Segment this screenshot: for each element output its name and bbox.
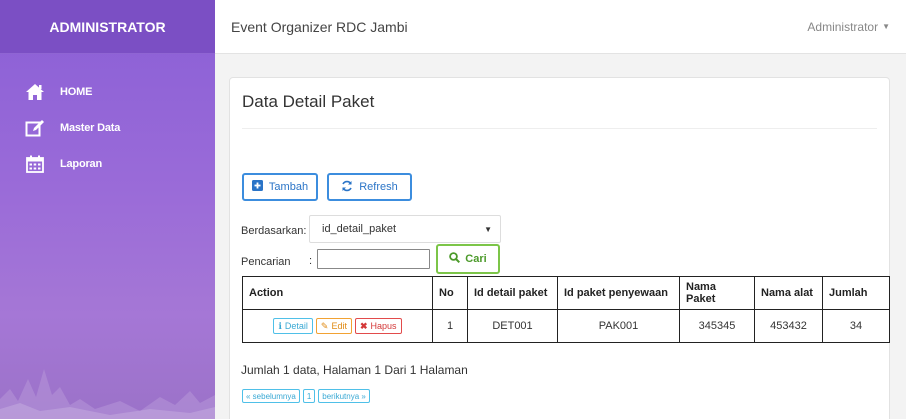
filter-label: Berdasarkan: xyxy=(241,225,307,237)
col-header-id-paket-penyewaan: Id paket penyewaan xyxy=(557,276,680,310)
edit-label: Edit xyxy=(331,321,347,331)
topbar: Event Organizer RDC Jambi Administrator … xyxy=(215,0,906,54)
sidebar: ADMINISTRATOR HOME Master Data Laporan xyxy=(0,0,215,419)
sidebar-item-label: HOME xyxy=(60,86,93,98)
cari-button[interactable]: Cari xyxy=(436,244,500,274)
data-table: Action No Id detail paket Id paket penye… xyxy=(242,276,890,343)
detail-button[interactable]: ℹ Detail xyxy=(273,318,313,334)
home-icon xyxy=(24,82,46,102)
sidebar-item-laporan[interactable]: Laporan xyxy=(0,146,215,182)
cari-label: Cari xyxy=(465,253,487,265)
col-header-jumlah: Jumlah xyxy=(822,276,890,310)
col-header-nama-paket: Nama Paket xyxy=(679,276,755,310)
sidebar-item-label: Master Data xyxy=(60,122,121,134)
action-cell: ℹ Detail ✎ Edit ✖ Hapus xyxy=(242,309,433,343)
brand-title: ADMINISTRATOR xyxy=(0,0,215,54)
plus-square-icon xyxy=(251,180,263,194)
tambah-button[interactable]: Tambah xyxy=(242,173,318,201)
cell-nama-paket: 345345 xyxy=(679,309,755,343)
content-panel: Data Detail Paket Tambah Refresh Berdasa… xyxy=(229,77,890,419)
pagination: « sebelumnya 1 berikutnya » xyxy=(242,389,370,403)
data-summary: Jumlah 1 data, Halaman 1 Dari 1 Halaman xyxy=(241,363,468,377)
trees-decoration xyxy=(0,369,215,419)
edit-button[interactable]: ✎ Edit xyxy=(315,318,352,334)
col-header-nama-alat: Nama alat xyxy=(754,276,823,310)
divider xyxy=(242,128,877,129)
user-menu[interactable]: Administrator ▼ xyxy=(807,20,890,34)
search-input[interactable] xyxy=(317,249,430,269)
pager-page-1[interactable]: 1 xyxy=(302,389,316,403)
filter-select[interactable]: id_detail_paket ▼ xyxy=(309,215,501,243)
sidebar-item-master-data[interactable]: Master Data xyxy=(0,110,215,146)
sidebar-nav: HOME Master Data Laporan xyxy=(0,74,215,182)
close-icon: ✖ xyxy=(359,320,368,331)
edit-icon xyxy=(24,118,46,138)
edit-icon: ✎ xyxy=(320,320,329,331)
pager-next[interactable]: berikutnya » xyxy=(318,389,370,403)
search-colon: : xyxy=(309,255,313,267)
cell-jumlah: 34 xyxy=(822,309,890,343)
refresh-icon xyxy=(341,180,353,195)
refresh-label: Refresh xyxy=(359,181,398,193)
app-title: Event Organizer RDC Jambi xyxy=(231,18,408,35)
cell-id-detail-paket: DET001 xyxy=(467,309,558,343)
filter-selected-value: id_detail_paket xyxy=(322,223,397,235)
table-header-row: Action No Id detail paket Id paket penye… xyxy=(242,276,890,310)
hapus-label: Hapus xyxy=(370,321,397,331)
search-label: Pencarian xyxy=(241,256,291,268)
page-title: Data Detail Paket xyxy=(242,92,375,111)
table-row: ℹ Detail ✎ Edit ✖ Hapus 1 DET001 PAK001 … xyxy=(242,309,890,343)
sidebar-item-label: Laporan xyxy=(60,158,102,170)
col-header-action: Action xyxy=(242,276,433,310)
sidebar-item-home[interactable]: HOME xyxy=(0,74,215,110)
user-name: Administrator xyxy=(807,19,879,34)
pager-prev[interactable]: « sebelumnya xyxy=(242,389,300,403)
caret-down-icon: ▼ xyxy=(484,224,492,234)
search-icon xyxy=(449,252,461,266)
cell-no: 1 xyxy=(432,309,468,343)
hapus-button[interactable]: ✖ Hapus xyxy=(354,318,402,334)
cell-id-paket-penyewaan: PAK001 xyxy=(557,309,680,343)
tambah-label: Tambah xyxy=(268,181,309,193)
refresh-button[interactable]: Refresh xyxy=(327,173,412,201)
caret-down-icon: ▼ xyxy=(882,22,890,31)
col-header-id-detail-paket: Id detail paket xyxy=(467,276,558,310)
detail-label: Detail xyxy=(284,321,308,331)
cell-nama-alat: 453432 xyxy=(754,309,823,343)
info-icon: ℹ xyxy=(278,320,282,331)
col-header-no: No xyxy=(432,276,468,310)
calendar-icon xyxy=(24,154,46,174)
